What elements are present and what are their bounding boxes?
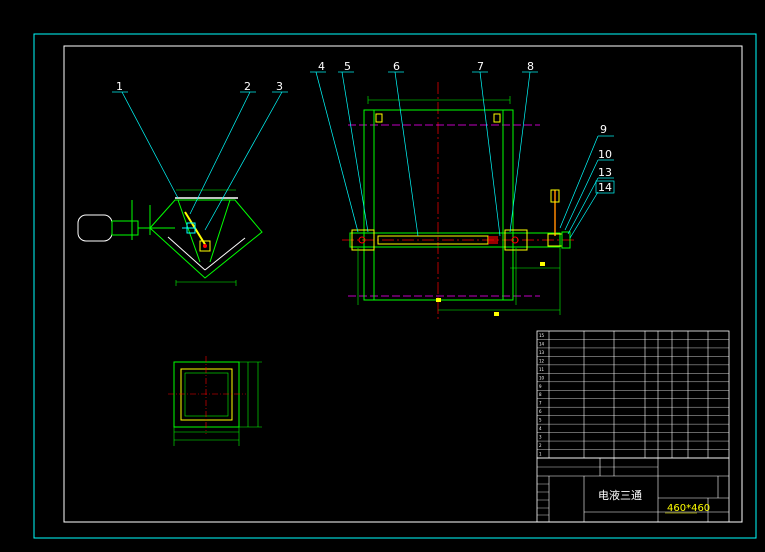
bom-table: [536, 330, 730, 459]
cad-drawing-canvas: 1 2 3 4 5 6 7 8 9 10 13 14 1514131211109…: [33, 33, 757, 539]
callout-1: 1: [116, 80, 123, 93]
callout-6: 6: [393, 60, 400, 73]
bom-row-number: 1: [539, 452, 542, 457]
bom-row-number: 3: [539, 435, 542, 440]
bom-row-number: 4: [539, 426, 542, 431]
callout-10: 10: [598, 148, 612, 161]
bom-row-number: 12: [539, 358, 545, 363]
bom-row-number: 15: [539, 333, 545, 338]
bom-row-number: 14: [539, 341, 545, 346]
bill-of-materials: 15 14 13 12 11 10 9 8 7 6 5 4 3 2 1: [536, 330, 730, 459]
callout-4: 4: [318, 60, 325, 73]
bom-row-number: 10: [539, 375, 545, 380]
right-flange: [502, 109, 514, 301]
flange-outer: [173, 361, 240, 428]
callout-14: 14: [598, 181, 612, 194]
title-block: 电液三通 460*460: [536, 457, 730, 523]
callout-7: 7: [477, 60, 484, 73]
right-front-view: 4 5 6 7 8 9 10 13 14: [310, 60, 615, 322]
left-flange: [363, 109, 375, 301]
callout-3: 3: [276, 80, 283, 93]
flange-plan-view: [168, 356, 262, 446]
bom-row-number: 9: [539, 384, 542, 389]
bom-row-number: 11: [539, 367, 545, 372]
drawing-name: 电液三通: [598, 488, 642, 502]
bom-row-number: 5: [539, 418, 542, 423]
valve-body-outline: [149, 199, 263, 279]
bom-row-number: 6: [539, 409, 542, 414]
bom-row-number: 13: [539, 350, 545, 355]
callout-2: 2: [244, 80, 251, 93]
callout-8: 8: [527, 60, 534, 73]
bom-row-number: 2: [539, 443, 542, 448]
motor-coupling: [111, 220, 139, 236]
motor-body: [77, 214, 113, 242]
inner-border: [63, 45, 743, 523]
callout-9: 9: [600, 123, 607, 136]
bom-row-number: 8: [539, 392, 542, 397]
bom-rows: 15 14 13 12 11 10 9 8 7 6 5 4 3 2 1: [537, 333, 729, 457]
drawing-size-label: 460*460: [667, 503, 710, 514]
left-section-view: 1 2 3: [77, 80, 288, 286]
callout-13: 13: [598, 166, 612, 179]
callout-5: 5: [344, 60, 351, 73]
bom-row-number: 7: [539, 401, 542, 406]
flange-inner: [180, 368, 233, 421]
